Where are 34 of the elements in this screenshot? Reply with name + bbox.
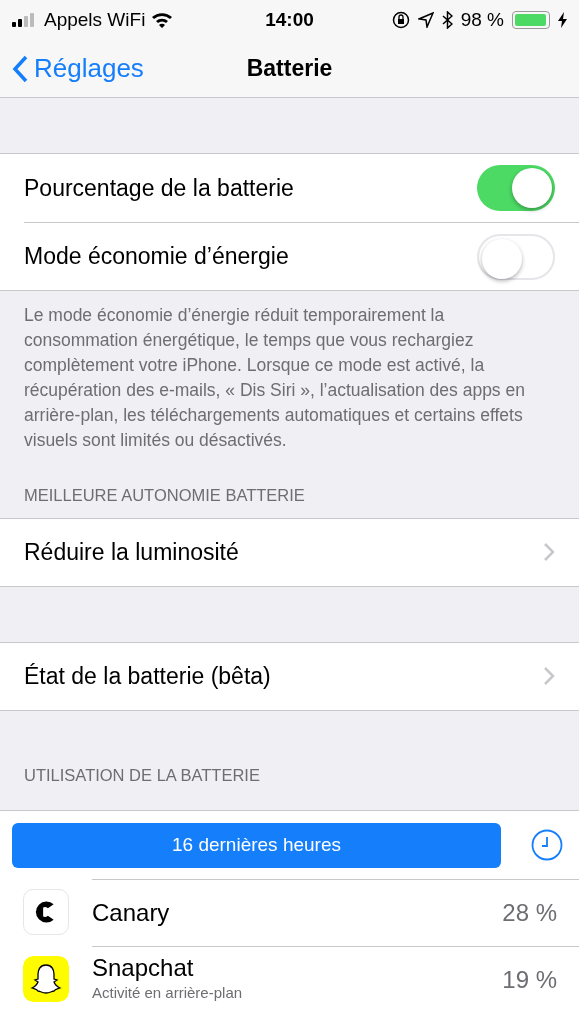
back-button[interactable]: Réglages — [12, 49, 144, 88]
setting-label: État de la batterie (bêta) — [24, 662, 272, 691]
back-chevron-icon — [12, 54, 28, 83]
toggle-switch[interactable] — [477, 233, 555, 280]
app-icon — [23, 889, 69, 935]
app-subtitle: Activité en arrière-plan — [92, 983, 244, 1004]
toggle-switch[interactable] — [477, 165, 555, 211]
bluetooth-icon — [441, 11, 453, 29]
setting-label: Pourcentage de la batterie — [24, 173, 295, 203]
usage-percentage: 19 % — [502, 964, 557, 995]
battery-percentage: 98 % — [460, 7, 504, 32]
carrier-label: Appels WiFi — [44, 7, 146, 32]
setting-row[interactable]: Réduire la luminosité — [0, 518, 579, 586]
setting-row[interactable]: État de la batterie (bêta) — [0, 642, 579, 710]
rotation-lock-icon — [391, 11, 410, 29]
app-name: Canary — [92, 898, 171, 927]
page-title: Batterie — [246, 54, 333, 84]
chevron-icon — [543, 542, 555, 563]
clock-icon[interactable] — [531, 829, 563, 861]
battery-icon — [512, 11, 550, 29]
section-header: MEILLEURE AUTONOMIE BATTERIE — [23, 485, 306, 506]
setting-label: Réduire la luminosité — [24, 538, 240, 567]
chevron-icon — [543, 666, 555, 687]
app-icon — [23, 956, 69, 1002]
app-name: Snapchat — [92, 954, 195, 983]
charging-icon — [558, 12, 567, 28]
setting-label: Mode économie d’énergie — [24, 242, 290, 272]
wifi-icon — [151, 12, 174, 28]
period-button[interactable]: 16 dernières heures — [12, 822, 501, 868]
clock-time: 14:00 — [264, 7, 315, 32]
usage-percentage: 28 % — [502, 897, 557, 928]
section-header: UTILISATION DE LA BATTERIE — [0, 710, 579, 811]
footer-text: Le mode économie d’énergie réduit temporairement la consommation énergétique, le temps que vous rechargiez complètement votre iPhone. Lorsque ce mode est activé, la récupération des e-mails, « Dis Siri », l’actualisation des apps en arrière-plan, les téléchargements automatiques et certains effets visuels sont limités ou désactivés. — [23, 304, 526, 452]
location-icon — [417, 12, 434, 28]
